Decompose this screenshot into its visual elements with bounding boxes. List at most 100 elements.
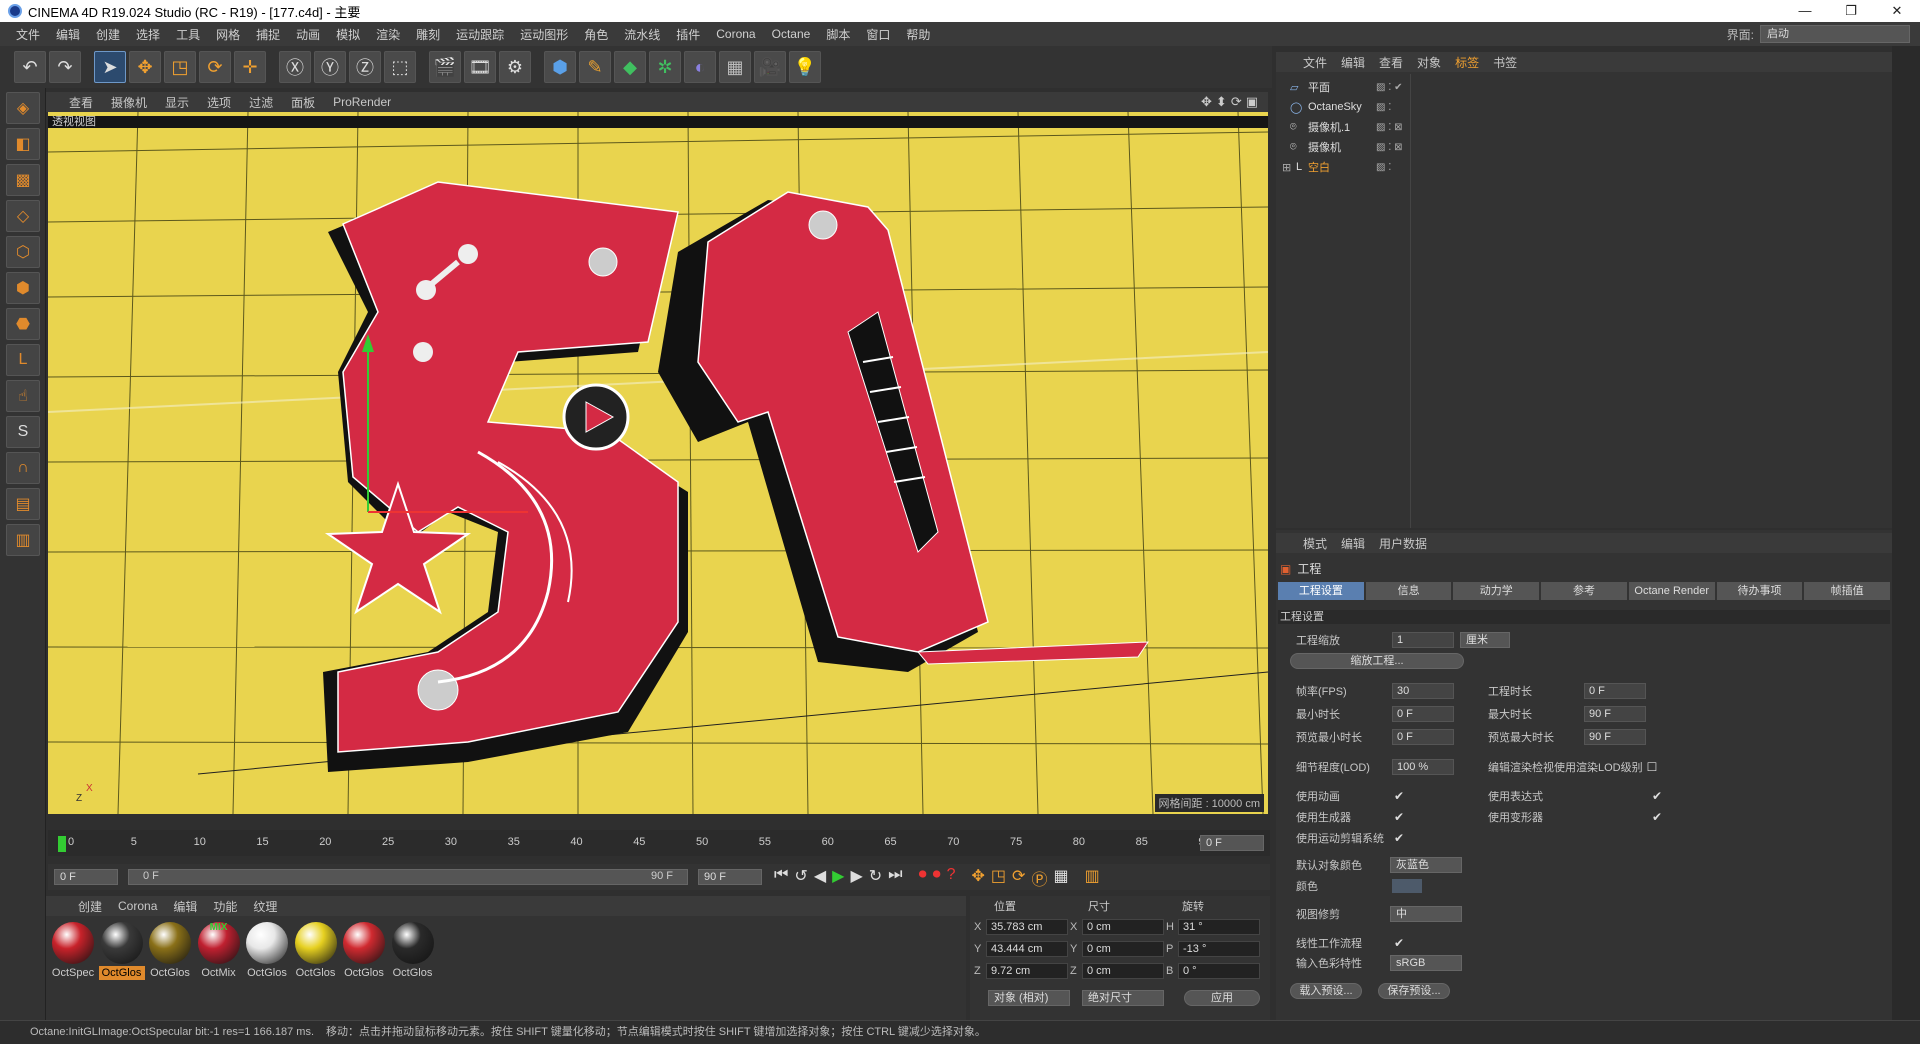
use-animation-checkbox[interactable]: ✔ bbox=[1394, 790, 1406, 802]
size-x-field[interactable]: 0 cm bbox=[1082, 919, 1164, 935]
key-rotation-icon[interactable]: ⟳ bbox=[1012, 866, 1025, 890]
attr-menu-edit[interactable]: 编辑 bbox=[1334, 535, 1372, 552]
autokey-icon[interactable]: ⏺ bbox=[933, 866, 941, 890]
texture-mode-icon[interactable]: ▩ bbox=[6, 164, 40, 196]
view-clipping-dropdown[interactable]: 中 bbox=[1390, 906, 1462, 922]
vp-menu-filter[interactable]: 过滤 bbox=[240, 94, 282, 111]
scale-icon[interactable]: ◳ bbox=[164, 51, 196, 83]
timeline-ruler[interactable]: 051015202530354045505560657075808590 0 F bbox=[48, 830, 1270, 856]
rotation-h-field[interactable]: 31 ° bbox=[1178, 919, 1260, 935]
menu-pipeline[interactable]: 流水线 bbox=[616, 26, 668, 43]
rotation-b-field[interactable]: 0 ° bbox=[1178, 963, 1260, 979]
vp-menu-panel[interactable]: 面板 bbox=[282, 94, 324, 111]
viewport-navigation-icons[interactable]: ✥⬍⟳▣ bbox=[1201, 94, 1262, 110]
menu-snap[interactable]: 捕捉 bbox=[248, 26, 288, 43]
key-param-icon[interactable]: Ⓟ bbox=[1031, 866, 1047, 890]
project-unit-dropdown[interactable]: 厘米 bbox=[1460, 632, 1510, 648]
obj-menu-objects[interactable]: 对象 bbox=[1410, 54, 1448, 71]
object-visibility-icon[interactable]: ▨ ⁚ bbox=[1376, 102, 1391, 113]
preview-max-field[interactable]: 90 F bbox=[1584, 729, 1646, 745]
object-row-camera1[interactable]: ⌾ 摄像机.1 ▨ ⁚ ⊠ bbox=[1282, 118, 1582, 136]
max-time-field[interactable]: 90 F bbox=[1584, 706, 1646, 722]
key-position-icon[interactable]: ✥ bbox=[972, 866, 985, 890]
planar-workplane-icon[interactable]: ▥ bbox=[6, 524, 40, 556]
material-item[interactable]: OctGlos bbox=[341, 922, 387, 980]
apply-button[interactable]: 应用 bbox=[1184, 990, 1260, 1006]
object-row-octanesky[interactable]: ◯ OctaneSky ▨ ⁚ bbox=[1282, 98, 1582, 116]
model-mode-icon[interactable]: ◧ bbox=[6, 128, 40, 160]
menu-animate[interactable]: 动画 bbox=[288, 26, 328, 43]
tab-dynamics[interactable]: 动力学 bbox=[1453, 582, 1540, 600]
vp-menu-options[interactable]: 选项 bbox=[198, 94, 240, 111]
menu-script[interactable]: 脚本 bbox=[818, 26, 858, 43]
rotation-p-field[interactable]: -13 ° bbox=[1178, 941, 1260, 957]
vp-menu-cameras[interactable]: 摄像机 bbox=[102, 94, 156, 111]
tweak-icon[interactable]: ☝ bbox=[6, 380, 40, 412]
render-settings-icon[interactable]: ⚙ bbox=[499, 51, 531, 83]
mat-menu-corona[interactable]: Corona bbox=[110, 899, 165, 913]
mat-menu-function[interactable]: 功能 bbox=[205, 898, 245, 915]
expand-icon[interactable]: ⊞ bbox=[1282, 161, 1291, 174]
position-y-field[interactable]: 43.444 cm bbox=[986, 941, 1068, 957]
polygons-mode-icon[interactable]: ⬣ bbox=[6, 308, 40, 340]
size-z-field[interactable]: 0 cm bbox=[1082, 963, 1164, 979]
deformer-icon[interactable]: ◐ bbox=[684, 51, 716, 83]
mat-menu-texture[interactable]: 纹理 bbox=[245, 898, 285, 915]
menu-window[interactable]: 窗口 bbox=[858, 26, 898, 43]
obj-menu-file[interactable]: 文件 bbox=[1296, 54, 1334, 71]
menu-octane[interactable]: Octane bbox=[764, 27, 819, 41]
lod-field[interactable]: 100 % bbox=[1392, 759, 1454, 775]
project-scale-field[interactable]: 1 bbox=[1392, 632, 1454, 648]
mat-menu-create[interactable]: 创建 bbox=[70, 898, 110, 915]
material-item[interactable]: OctSpec bbox=[50, 922, 96, 980]
position-z-field[interactable]: 9.72 cm bbox=[986, 963, 1068, 979]
material-item[interactable]: OctGlos bbox=[98, 922, 145, 980]
save-preset-button[interactable]: 保存预设... bbox=[1378, 983, 1450, 999]
menu-render[interactable]: 渲染 bbox=[368, 26, 408, 43]
coord-mode-dropdown[interactable]: 对象 (相对) bbox=[988, 990, 1070, 1006]
object-row-null[interactable]: ⊞ L 空白 ▨ ⁚ bbox=[1282, 158, 1582, 176]
object-visibility-icon[interactable]: ▨ ⁚ ⊠ bbox=[1376, 122, 1403, 133]
keyframe-selection-icon[interactable]: ? bbox=[947, 866, 956, 890]
size-y-field[interactable]: 0 cm bbox=[1082, 941, 1164, 957]
attr-menu-mode[interactable]: 模式 bbox=[1296, 535, 1334, 552]
floor-icon[interactable]: ▦ bbox=[719, 51, 751, 83]
linear-workflow-checkbox[interactable]: ✔ bbox=[1394, 937, 1406, 949]
object-visibility-icon[interactable]: ▨ ⁚ ⊠ bbox=[1376, 142, 1403, 153]
menu-motion-tracking[interactable]: 运动跟踪 bbox=[448, 26, 512, 43]
perspective-viewport[interactable]: 透视视图 X Z 网格间距: 10000 cm bbox=[48, 112, 1268, 814]
frame-range-slider[interactable]: 0 F 90 F bbox=[128, 869, 688, 885]
size-mode-dropdown[interactable]: 绝对尺寸 bbox=[1082, 990, 1164, 1006]
min-time-field[interactable]: 0 F bbox=[1392, 706, 1454, 722]
render-picture-viewer-icon[interactable]: 🎞 bbox=[464, 51, 496, 83]
pen-icon[interactable]: ✎ bbox=[579, 51, 611, 83]
select-arrow-icon[interactable]: ➤ bbox=[94, 51, 126, 83]
x-axis-lock-icon[interactable]: Ⓧ bbox=[279, 51, 311, 83]
use-deformers-checkbox[interactable]: ✔ bbox=[1652, 811, 1664, 823]
use-generators-checkbox[interactable]: ✔ bbox=[1394, 811, 1406, 823]
cube-icon[interactable]: ⬢ bbox=[544, 51, 576, 83]
current-frame-field[interactable]: 0 F bbox=[1200, 835, 1264, 851]
object-color-dropdown[interactable]: 灰蓝色 bbox=[1390, 857, 1462, 873]
timeline-window-icon[interactable]: ▥ bbox=[1085, 866, 1100, 890]
object-visibility-icon[interactable]: ▨ ⁚ bbox=[1376, 162, 1391, 173]
menu-edit[interactable]: 编辑 bbox=[48, 26, 88, 43]
right-side-tabs[interactable] bbox=[1892, 46, 1920, 1020]
scale-project-button[interactable]: 缩放工程... bbox=[1290, 653, 1464, 669]
play-icon[interactable]: ▶ bbox=[832, 866, 844, 890]
menu-plugins[interactable]: 插件 bbox=[668, 26, 708, 43]
vp-menu-view[interactable]: 查看 bbox=[60, 94, 102, 111]
redo-icon[interactable]: ↷ bbox=[49, 51, 81, 83]
object-row-plane[interactable]: ▱ 平面 ▨ ⁚ ✔ bbox=[1282, 78, 1582, 96]
color-swatch[interactable] bbox=[1392, 879, 1422, 893]
magnet-icon[interactable]: ∩ bbox=[6, 452, 40, 484]
object-visibility-icon[interactable]: ▨ ⁚ ✔ bbox=[1376, 82, 1403, 93]
live-select-icon[interactable]: ✛ bbox=[234, 51, 266, 83]
fps-field[interactable]: 30 bbox=[1392, 683, 1454, 699]
material-item[interactable]: OctGlos bbox=[244, 922, 290, 980]
load-preset-button[interactable]: 载入预设... bbox=[1290, 983, 1362, 999]
input-color-profile-dropdown[interactable]: sRGB bbox=[1390, 955, 1462, 971]
camera-tool-icon[interactable]: 🎥 bbox=[754, 51, 786, 83]
edges-mode-icon[interactable]: ⬢ bbox=[6, 272, 40, 304]
go-to-end-icon[interactable]: ⏭ bbox=[888, 866, 902, 890]
